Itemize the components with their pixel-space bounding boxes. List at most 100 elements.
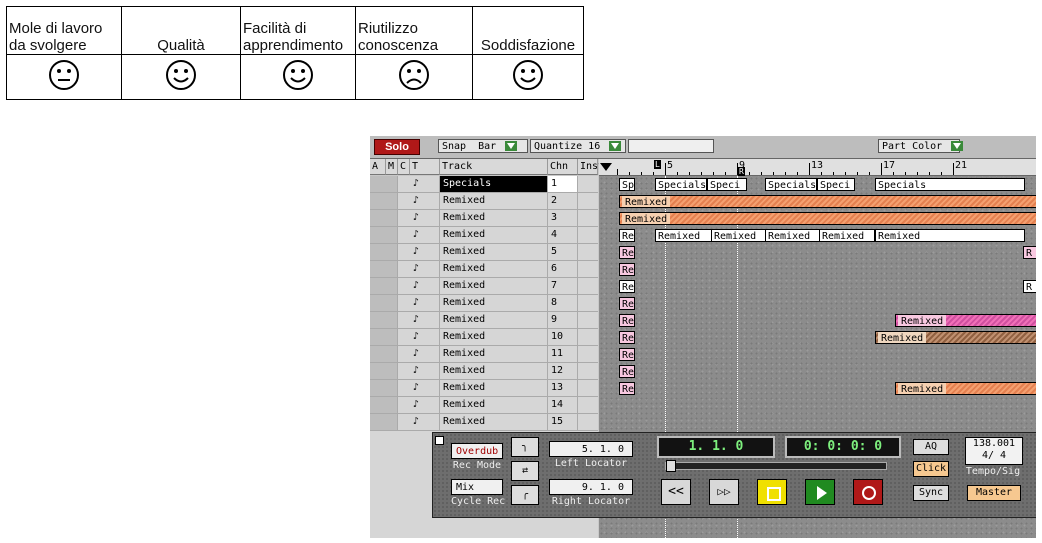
stop-button[interactable] (757, 479, 787, 505)
track-channel[interactable]: 8 (548, 295, 578, 311)
track-name[interactable]: Remixed (440, 227, 548, 243)
left-locator-field[interactable]: 5. 1. 0 (549, 441, 633, 457)
track-channel[interactable]: 14 (548, 397, 578, 413)
dropdown-arrow-icon[interactable] (951, 141, 964, 151)
part-block[interactable]: Specials (765, 178, 817, 191)
track-name[interactable]: Remixed (440, 329, 548, 345)
track-channel[interactable]: 2 (548, 193, 578, 209)
position-slider[interactable] (665, 460, 887, 472)
part-block[interactable]: Speci (707, 178, 747, 191)
snap-selector[interactable]: Snap Bar (438, 139, 528, 153)
track-name[interactable]: Remixed (440, 380, 548, 396)
part-block[interactable]: Re (619, 297, 635, 310)
record-button[interactable] (853, 479, 883, 505)
track-row[interactable]: ♪ Specials 1 (370, 176, 598, 193)
solo-button[interactable]: Solo (374, 139, 420, 155)
part-block[interactable]: Remixed (895, 382, 1036, 395)
part-block[interactable]: Re (619, 263, 635, 276)
part-block[interactable]: Remixed (875, 229, 1025, 242)
column-channel[interactable]: Chn (548, 159, 578, 175)
column-time[interactable]: T (410, 159, 440, 175)
dropdown-arrow-icon[interactable] (609, 141, 622, 151)
aq-button[interactable]: AQ (913, 439, 949, 455)
track-channel[interactable]: 5 (548, 244, 578, 260)
part-block[interactable]: Sp (619, 178, 635, 191)
track-channel[interactable]: 12 (548, 363, 578, 379)
click-button[interactable]: Click (913, 461, 949, 477)
part-block[interactable]: Remixed (875, 331, 1036, 344)
punch-out-button[interactable]: ╭ (511, 485, 539, 505)
column-class[interactable]: C (398, 159, 410, 175)
part-block[interactable]: Remixed (619, 195, 1036, 208)
track-row[interactable]: ♪ Remixed 2 (370, 193, 598, 210)
track-name[interactable]: Remixed (440, 346, 548, 362)
track-channel[interactable]: 11 (548, 346, 578, 362)
track-name[interactable]: Specials (440, 176, 548, 192)
track-row[interactable]: ♪ Remixed 3 (370, 210, 598, 227)
track-channel[interactable]: 10 (548, 329, 578, 345)
part-block[interactable]: Re (619, 348, 635, 361)
track-channel[interactable]: 15 (548, 414, 578, 430)
track-channel[interactable]: 9 (548, 312, 578, 328)
part-block[interactable]: Remixed (765, 229, 821, 242)
rewind-button[interactable]: << (661, 479, 691, 505)
cycle-button[interactable]: ⇄ (511, 461, 539, 481)
track-name[interactable]: Remixed (440, 210, 548, 226)
track-row[interactable]: ♪ Remixed 14 (370, 397, 598, 414)
part-block[interactable]: Speci (817, 178, 855, 191)
left-locator-flag[interactable]: L (654, 160, 661, 169)
part-color-selector[interactable]: Part Color (878, 139, 964, 153)
part-block[interactable]: Re (619, 365, 635, 378)
track-name[interactable]: Remixed (440, 193, 548, 209)
part-block[interactable]: Specials (875, 178, 1025, 191)
column-track[interactable]: Track (440, 159, 548, 175)
song-position-pointer-icon[interactable] (600, 163, 612, 171)
right-locator-flag[interactable]: R (738, 167, 745, 176)
track-row[interactable]: ♪ Remixed 10 (370, 329, 598, 346)
master-button[interactable]: Master (967, 485, 1021, 501)
time-position-display[interactable]: 0: 0: 0: 0 (785, 436, 901, 458)
rec-mode-button[interactable]: Overdub (451, 443, 503, 459)
column-a[interactable]: A (370, 159, 386, 175)
track-row[interactable]: ♪ Remixed 11 (370, 346, 598, 363)
track-row[interactable]: ♪ Remixed 8 (370, 295, 598, 312)
slider-handle[interactable] (666, 460, 676, 472)
track-row[interactable]: ♪ Remixed 4 (370, 227, 598, 244)
part-block[interactable]: Remixed (711, 229, 769, 242)
quantize-selector[interactable]: Quantize 16 (530, 139, 626, 153)
play-button[interactable] (805, 479, 835, 505)
part-block[interactable]: Re (619, 331, 635, 344)
info-field[interactable] (628, 139, 714, 153)
track-name[interactable]: Remixed (440, 397, 548, 413)
part-block[interactable]: Re (619, 314, 635, 327)
part-block[interactable]: Remixed (895, 314, 1036, 327)
track-row[interactable]: ♪ Remixed 15 (370, 414, 598, 431)
track-name[interactable]: Remixed (440, 261, 548, 277)
track-name[interactable]: Remixed (440, 312, 548, 328)
part-block[interactable]: Specials (655, 178, 707, 191)
column-mute[interactable]: M (386, 159, 398, 175)
track-channel[interactable]: 7 (548, 278, 578, 294)
track-row[interactable]: ♪ Remixed 5 (370, 244, 598, 261)
part-block[interactable]: R (1023, 246, 1036, 259)
column-instrument[interactable]: Inst (578, 159, 604, 175)
track-row[interactable]: ♪ Remixed 12 (370, 363, 598, 380)
part-block[interactable]: R (1023, 280, 1036, 293)
bar-ruler[interactable]: L 5 9 R 13 17 21 (599, 159, 1036, 176)
track-channel[interactable]: 13 (548, 380, 578, 396)
dropdown-arrow-icon[interactable] (505, 141, 518, 151)
track-row[interactable]: ♪ Remixed 7 (370, 278, 598, 295)
track-name[interactable]: Remixed (440, 363, 548, 379)
close-box-icon[interactable] (435, 436, 444, 445)
part-block[interactable]: Remixed (819, 229, 875, 242)
track-row[interactable]: ♪ Remixed 9 (370, 312, 598, 329)
fast-forward-button[interactable]: ▷▷ (709, 479, 739, 505)
part-block[interactable]: Re (619, 229, 635, 242)
track-name[interactable]: Remixed (440, 295, 548, 311)
song-position-display[interactable]: 1. 1. 0 (657, 436, 775, 458)
part-block[interactable]: Remixed (655, 229, 713, 242)
track-channel[interactable]: 3 (548, 210, 578, 226)
track-name[interactable]: Remixed (440, 414, 548, 430)
track-channel[interactable]: 6 (548, 261, 578, 277)
right-locator-field[interactable]: 9. 1. 0 (549, 479, 633, 495)
